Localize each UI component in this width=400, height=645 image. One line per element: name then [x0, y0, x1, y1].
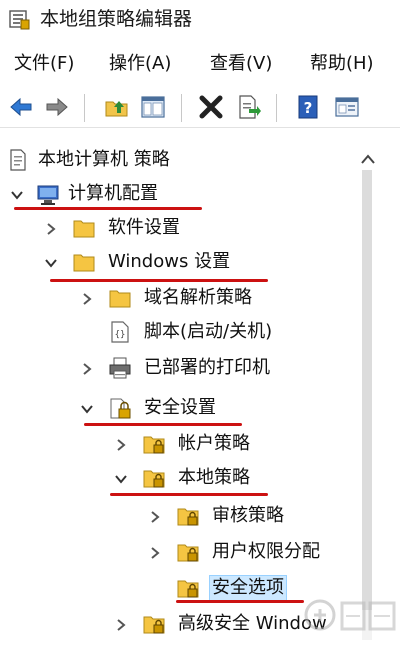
- tree-node-name-resolution-policy[interactable]: 域名解析策略: [0, 282, 350, 316]
- lock-folder-icon: [176, 576, 200, 600]
- chevron-right-icon[interactable]: [80, 361, 94, 375]
- chevron-right-icon[interactable]: [44, 221, 58, 235]
- annotation-underline: [84, 423, 242, 426]
- show-hide-tree-icon[interactable]: [140, 94, 166, 120]
- tree-node-local-policies[interactable]: 本地策略: [0, 462, 350, 496]
- folder-icon: [72, 216, 96, 240]
- forward-arrow-icon[interactable]: [44, 94, 70, 120]
- policy-tree: 本地计算机 策略 计算机配置 软件设置 Windows 设置 域名解析策略 {}…: [0, 140, 356, 641]
- chevron-right-icon[interactable]: [114, 617, 128, 631]
- tree-label: Windows 设置: [108, 251, 231, 272]
- chevron-down-icon[interactable]: [80, 401, 94, 415]
- help-icon[interactable]: ?: [295, 94, 321, 120]
- tree-label: 已部署的打印机: [144, 357, 270, 378]
- tree-label: 安全选项: [209, 575, 287, 601]
- window-title: 本地组策略编辑器: [40, 8, 193, 30]
- folder-icon: [108, 286, 132, 310]
- chevron-right-icon[interactable]: [80, 291, 94, 305]
- menu-bar: 文件(F) 操作(A) 查看(V) 帮助(H): [0, 42, 400, 86]
- tree-label: 域名解析策略: [144, 287, 252, 308]
- annotation-underline: [14, 207, 202, 210]
- tree-label: 本地计算机 策略: [38, 149, 170, 170]
- svg-text:?: ?: [304, 99, 313, 117]
- toolbar-separator: [181, 94, 182, 122]
- policy-doc-icon: [6, 148, 30, 172]
- annotation-underline: [176, 600, 304, 603]
- tree-label: 本地策略: [178, 467, 250, 488]
- up-folder-icon[interactable]: [104, 94, 130, 120]
- group-policy-editor-window: 本地组策略编辑器 文件(F) 操作(A) 查看(V) 帮助(H) ? 本地计算机…: [0, 0, 400, 641]
- tree-label: 帐户策略: [178, 433, 250, 454]
- tree-label: 脚本(启动/关机): [144, 321, 273, 342]
- scrollbar-thumb[interactable]: [362, 170, 372, 610]
- group-policy-icon: [8, 8, 30, 30]
- tree-node-scripts[interactable]: {} 脚本(启动/关机): [0, 316, 350, 350]
- chevron-right-icon[interactable]: [114, 437, 128, 451]
- toolbar: ?: [0, 88, 400, 128]
- export-list-icon[interactable]: [236, 94, 262, 120]
- back-arrow-icon[interactable]: [8, 94, 34, 120]
- title-bar: 本地组策略编辑器: [0, 0, 400, 40]
- lock-folder-icon: [176, 504, 200, 528]
- tree-node-security-settings[interactable]: 安全设置: [0, 392, 350, 426]
- tree-label: 用户权限分配: [212, 541, 320, 562]
- menu-view[interactable]: 查看(V): [210, 52, 272, 76]
- toolbar-separator: [276, 94, 277, 122]
- lock-folder-icon: [142, 612, 166, 636]
- lock-folder-icon: [142, 466, 166, 490]
- printer-icon: [108, 356, 132, 380]
- chevron-up-icon[interactable]: [360, 150, 376, 164]
- security-folder-icon: [108, 396, 132, 420]
- tree-label: 审核策略: [212, 505, 284, 526]
- menu-help[interactable]: 帮助(H): [310, 52, 374, 76]
- annotation-underline: [110, 493, 268, 496]
- chevron-right-icon[interactable]: [148, 509, 162, 523]
- chevron-down-icon[interactable]: [44, 255, 58, 269]
- computer-icon: [36, 182, 60, 206]
- chevron-down-icon[interactable]: [10, 187, 24, 201]
- properties-view-icon[interactable]: [334, 94, 360, 120]
- tree-node-software-settings[interactable]: 软件设置: [0, 212, 350, 246]
- delete-x-icon[interactable]: [198, 94, 224, 120]
- tree-node-account-policies[interactable]: 帐户策略: [0, 428, 350, 462]
- tree-node-audit-policy[interactable]: 审核策略: [0, 500, 350, 534]
- folder-icon: [72, 250, 96, 274]
- chevron-right-icon[interactable]: [148, 545, 162, 559]
- svg-text:{}: {}: [115, 330, 126, 340]
- tree-node-windows-settings[interactable]: Windows 设置: [0, 246, 350, 280]
- script-icon: {}: [108, 320, 132, 344]
- chevron-down-icon[interactable]: [114, 471, 128, 485]
- tree-scrollbar[interactable]: [356, 140, 380, 641]
- lock-folder-icon: [142, 432, 166, 456]
- tree-node-user-rights-assignment[interactable]: 用户权限分配: [0, 536, 350, 570]
- tree-node-deployed-printers[interactable]: 已部署的打印机: [0, 352, 350, 386]
- toolbar-separator: [84, 94, 85, 122]
- watermark-logo: [300, 585, 400, 641]
- annotation-underline: [50, 279, 268, 282]
- menu-action[interactable]: 操作(A): [109, 52, 171, 76]
- menu-file[interactable]: 文件(F): [14, 52, 74, 76]
- tree-label: 安全设置: [144, 397, 216, 418]
- tree-label: 计算机配置: [68, 183, 158, 204]
- tree-node-local-computer-policy[interactable]: 本地计算机 策略: [0, 144, 350, 178]
- lock-folder-icon: [176, 540, 200, 564]
- tree-label: 软件设置: [108, 217, 180, 238]
